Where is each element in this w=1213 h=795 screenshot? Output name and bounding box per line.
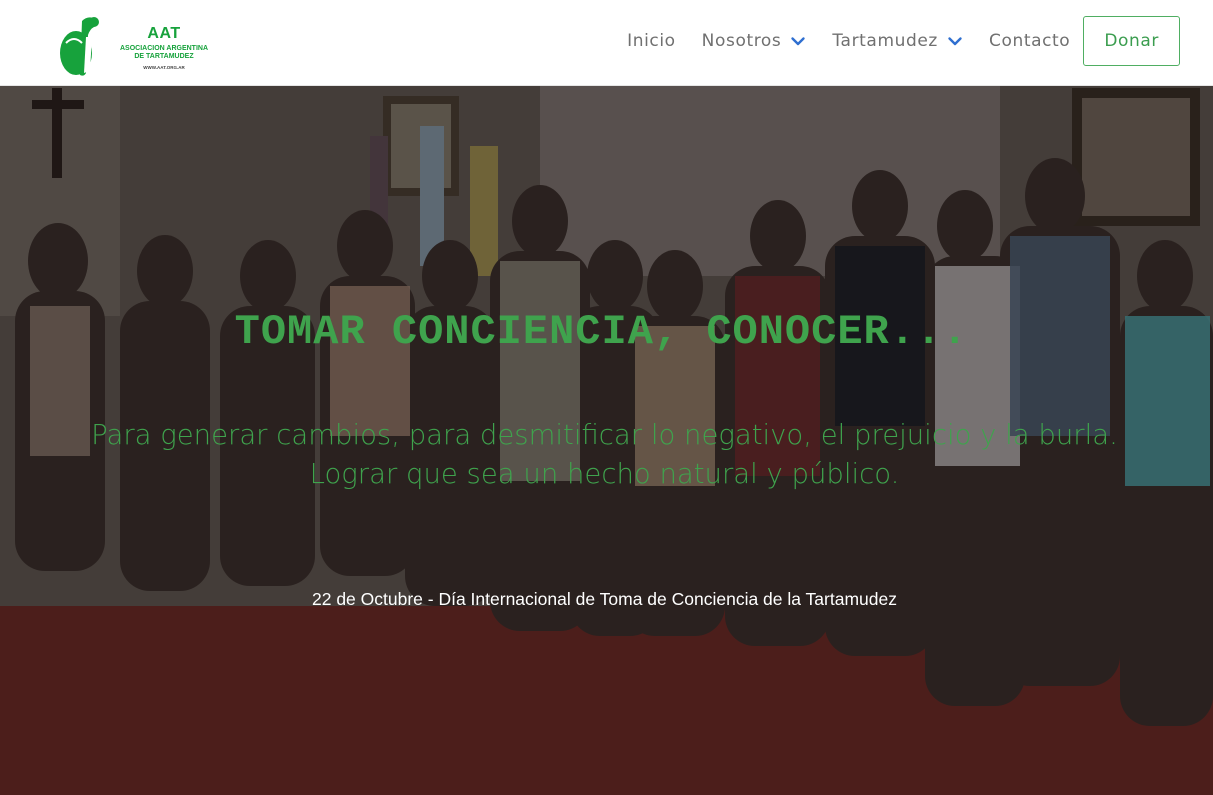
logo-subtitle-line1: ASOCIACION ARGENTINA bbox=[119, 45, 209, 52]
nav-item-label: Contacto bbox=[988, 31, 1071, 51]
nav-item-contacto[interactable]: Contacto bbox=[989, 31, 1070, 51]
nav-item-tartamudez[interactable]: Tartamudez bbox=[832, 31, 963, 51]
logo-subtitle-line2: DE TARTAMUDEZ bbox=[134, 53, 194, 60]
hero-subtitle-line2: Lograr que sea un hecho natural y públic… bbox=[309, 458, 900, 490]
turtle-logo-icon bbox=[60, 17, 99, 76]
donate-button[interactable]: Donar bbox=[1083, 16, 1180, 66]
hero-subtitle-line1: Para generar cambios, para desmitificar … bbox=[91, 419, 1118, 451]
site-header: AAT ASOCIACION ARGENTINA DE TARTAMUDEZ W… bbox=[0, 0, 1213, 86]
nav-item-label: Tartamudez bbox=[832, 31, 938, 51]
nav-item-label: Inicio bbox=[627, 31, 676, 51]
logo-title: AAT bbox=[147, 25, 181, 42]
aat-logo[interactable]: AAT ASOCIACION ARGENTINA DE TARTAMUDEZ W… bbox=[56, 13, 226, 79]
nav-item-label: Nosotros bbox=[701, 31, 782, 51]
chevron-down-icon bbox=[947, 33, 963, 49]
main-nav: Inicio Nosotros Tartamudez Contacto Dona… bbox=[627, 16, 1180, 66]
hero-subtitle: Para generar cambios, para desmitificar … bbox=[0, 416, 1209, 494]
hero-date-line: 22 de Octubre - Día Internacional de Tom… bbox=[312, 589, 897, 609]
nav-item-nosotros[interactable]: Nosotros bbox=[702, 31, 807, 51]
chevron-down-icon bbox=[790, 33, 806, 49]
hero-banner: TOMAR CONCIENCIA, CONOCER... Para genera… bbox=[0, 86, 1213, 795]
nav-item-inicio[interactable]: Inicio bbox=[627, 31, 676, 51]
hero-title: TOMAR CONCIENCIA, CONOCER... bbox=[234, 308, 969, 356]
logo-url: WWW.AAT.ORG.AR bbox=[143, 65, 185, 70]
